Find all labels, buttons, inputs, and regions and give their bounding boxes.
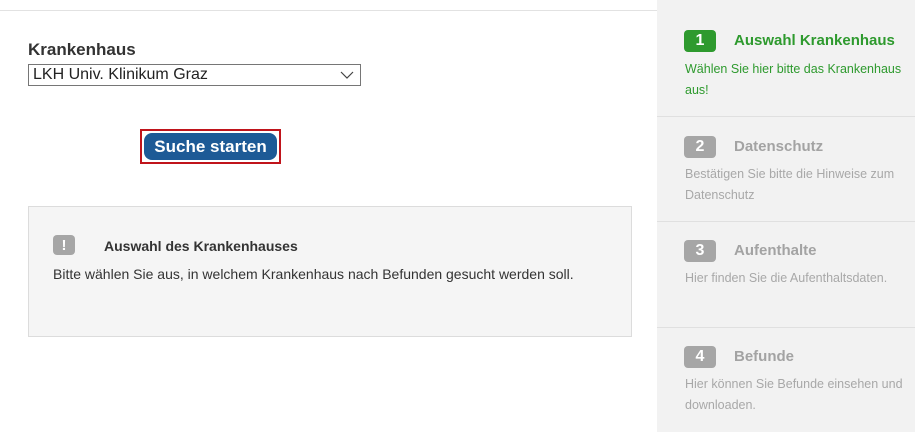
info-box: ! Auswahl des Krankenhauses Bitte wählen…	[28, 206, 632, 337]
step-title: Auswahl Krankenhaus	[734, 32, 895, 49]
exclamation-icon: !	[53, 235, 75, 255]
step-number: 2	[684, 136, 716, 158]
step-desc: Hier finden Sie die Aufenthaltsdaten.	[685, 271, 888, 285]
step-title: Aufenthalte	[734, 242, 817, 259]
search-button-focus-ring: Suche starten	[140, 129, 281, 164]
step-2: 2 Datenschutz Bestätigen Sie bitte die H…	[657, 117, 915, 222]
step-title: Befunde	[734, 348, 794, 365]
step-4: 4 Befunde Hier können Sie Befunde einseh…	[657, 328, 915, 432]
step-1: 1 Auswahl Krankenhaus Wählen Sie hier bi…	[657, 0, 915, 117]
step-desc: Bestätigen Sie bitte die Hinweise zum Da…	[685, 167, 895, 202]
step-title: Datenschutz	[734, 138, 824, 155]
step-number: 3	[684, 240, 716, 262]
main-content: Krankenhaus LKH Univ. Klinikum Graz Such…	[0, 0, 657, 432]
hospital-label: Krankenhaus	[28, 40, 136, 59]
step-desc: Hier können Sie Befunde einsehen und dow…	[685, 377, 903, 412]
hospital-select[interactable]: LKH Univ. Klinikum Graz	[28, 64, 361, 86]
search-button[interactable]: Suche starten	[144, 133, 277, 160]
info-text: Bitte wählen Sie aus, in welchem Kranken…	[53, 266, 574, 282]
chevron-down-icon	[340, 71, 354, 79]
info-title: Auswahl des Krankenhauses	[104, 238, 298, 254]
step-desc: Wählen Sie hier bitte das Krankenhaus au…	[685, 62, 902, 97]
steps-sidebar: 1 Auswahl Krankenhaus Wählen Sie hier bi…	[657, 0, 915, 432]
step-3: 3 Aufenthalte Hier finden Sie die Aufent…	[657, 222, 915, 328]
hospital-select-value: LKH Univ. Klinikum Graz	[33, 66, 208, 83]
step-number: 1	[684, 30, 716, 52]
step-number: 4	[684, 346, 716, 368]
